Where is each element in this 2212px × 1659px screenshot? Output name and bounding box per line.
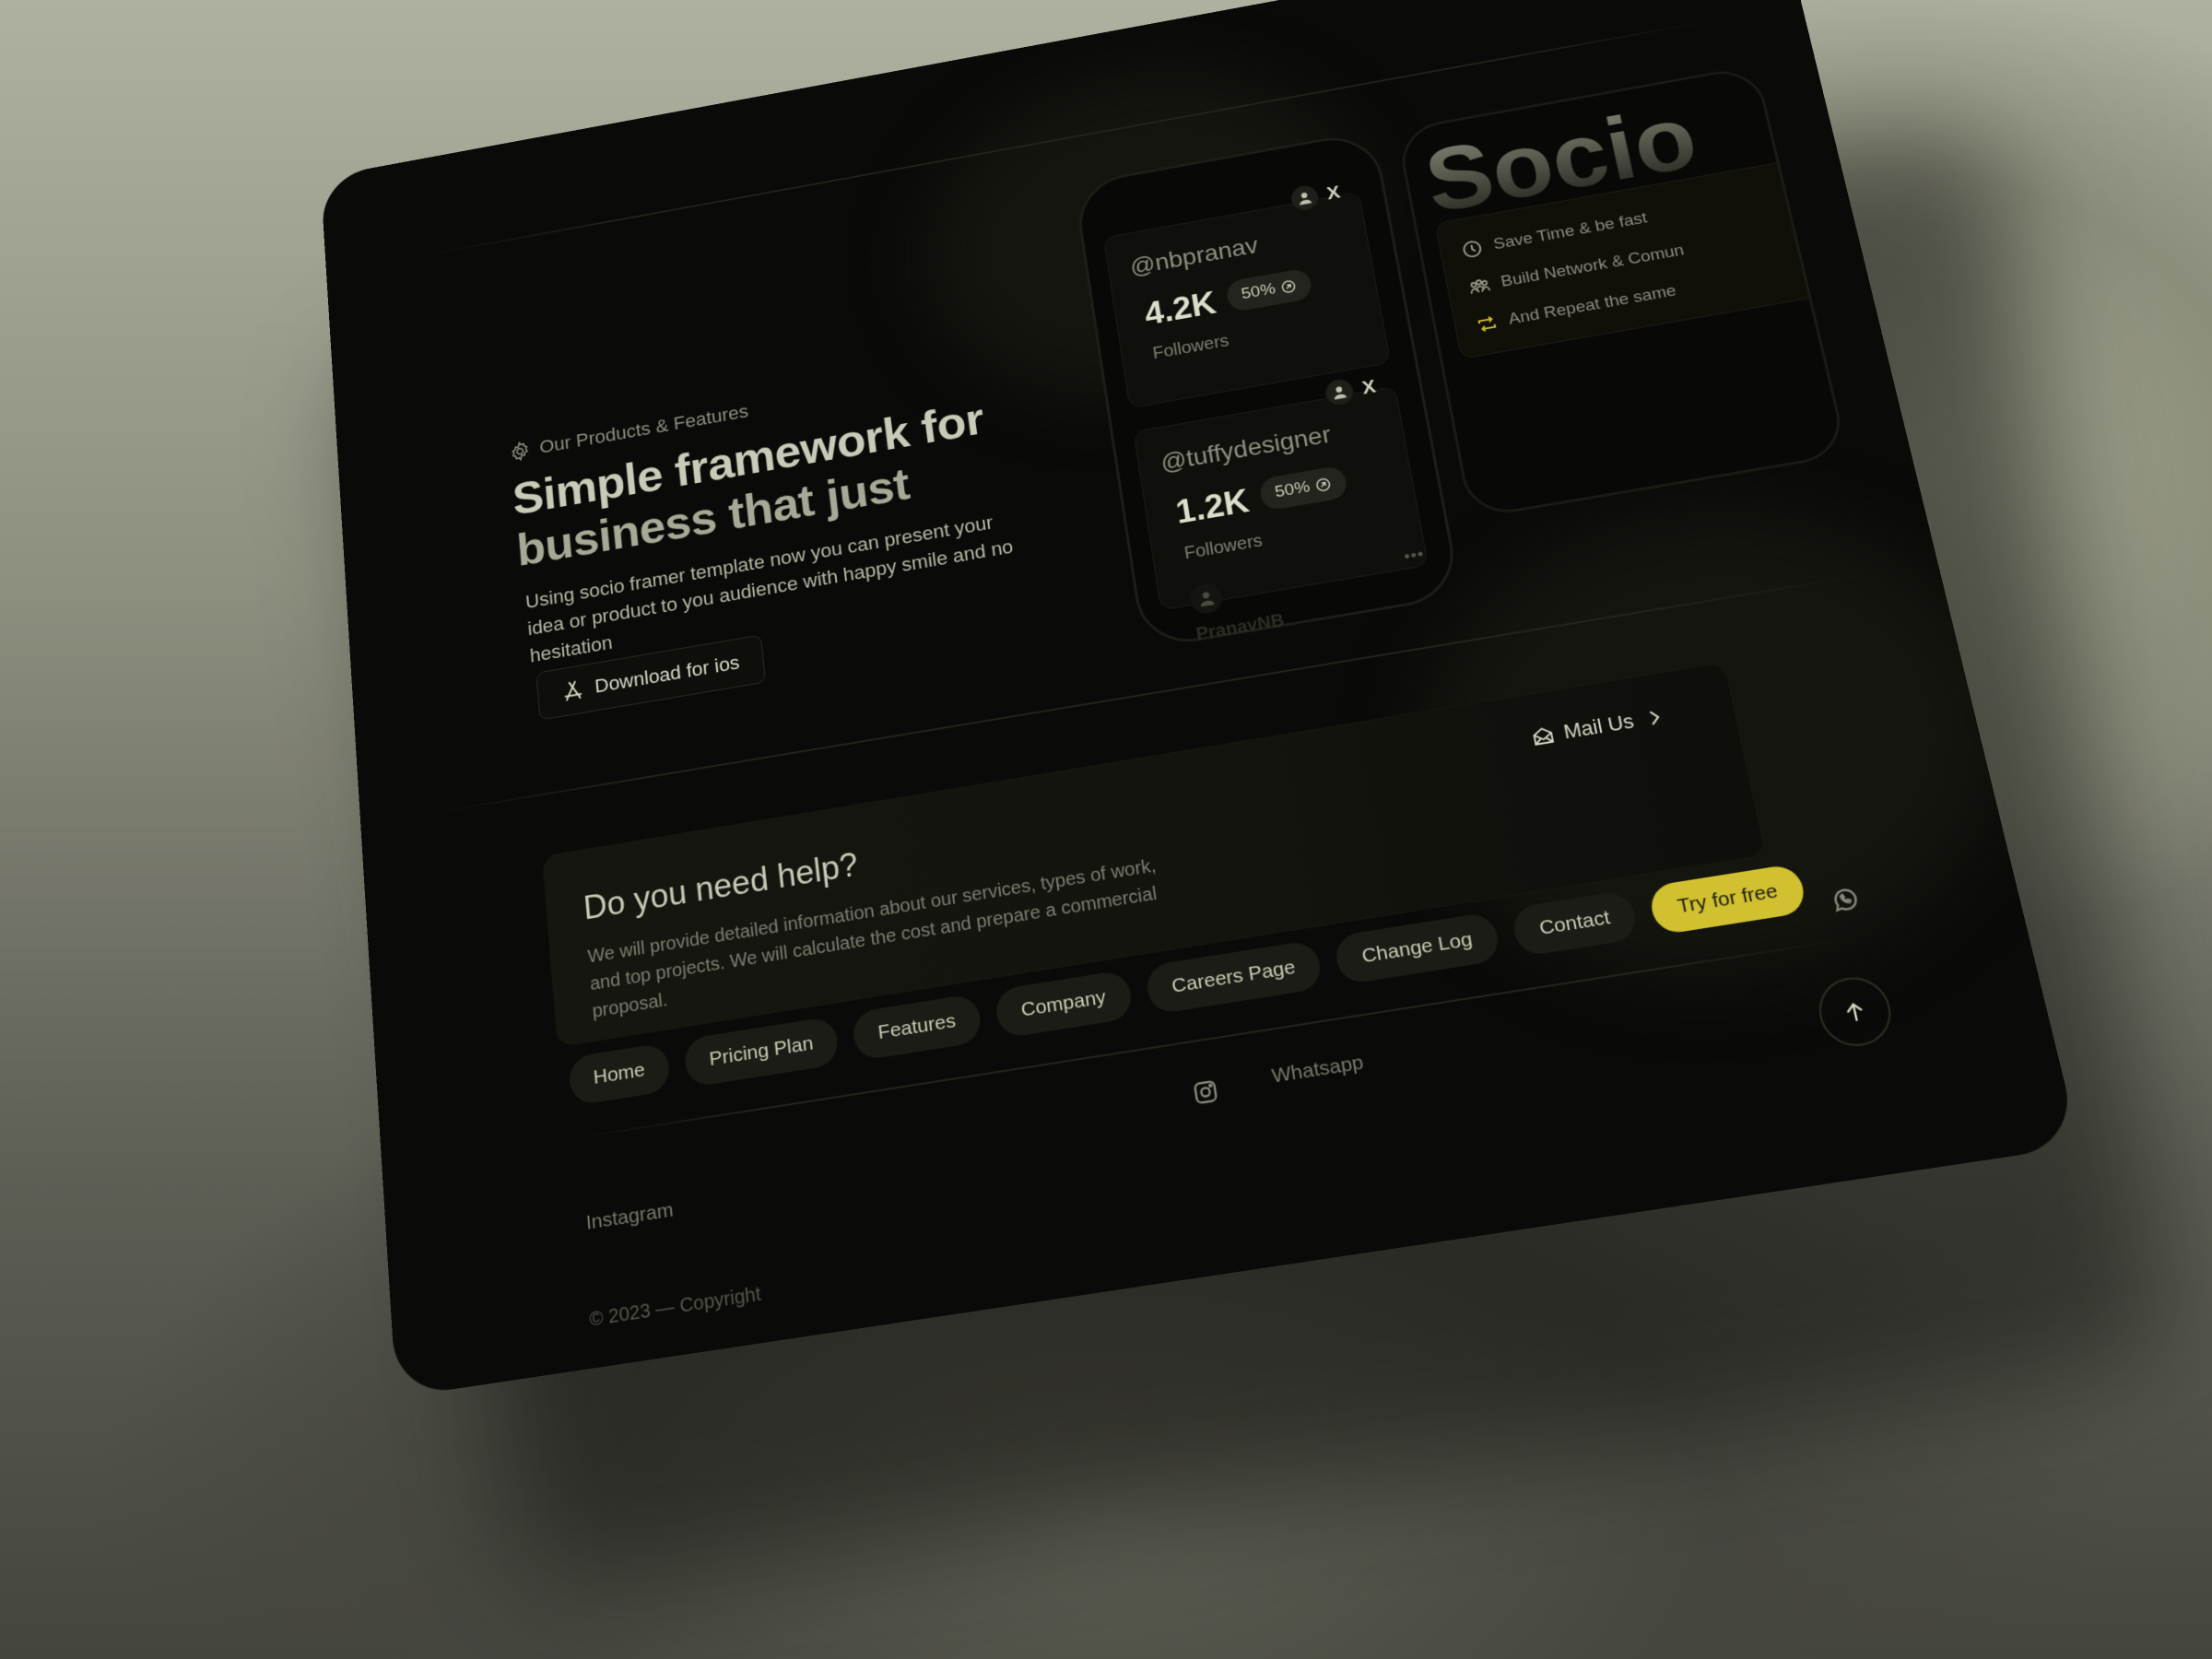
whatsapp-icon[interactable] (1827, 883, 1863, 916)
card-icons: X (1289, 180, 1342, 213)
growth-value: 50% (1240, 279, 1277, 303)
card-label: Followers (1182, 531, 1265, 564)
card-handle: @nbpranav (1128, 231, 1260, 280)
repeat-icon (1475, 312, 1500, 336)
app-store-icon (560, 677, 585, 703)
profile-name: PranavNB (1194, 610, 1286, 645)
nav-company[interactable]: Company (994, 969, 1135, 1040)
whatsapp-link[interactable]: Whatsapp (1270, 1052, 1365, 1088)
user-icon (1200, 591, 1215, 607)
nav-pricing-plan[interactable]: Pricing Plan (683, 1015, 841, 1088)
more-icon[interactable]: ••• (1403, 545, 1427, 566)
growth-badge: 50% (1224, 267, 1314, 313)
x-logo-icon: X (1324, 181, 1342, 204)
clock-icon (1460, 238, 1485, 261)
instagram-icon[interactable] (1189, 1076, 1222, 1109)
stage: Our Products & Features Simple framework… (0, 0, 2212, 1659)
feature-label: And Repeat the same (1507, 281, 1678, 329)
x-logo-icon: X (1360, 375, 1378, 399)
nav-careers-page[interactable]: Careers Page (1144, 939, 1324, 1016)
card-count: 4.2K (1142, 286, 1219, 333)
growth-value: 50% (1273, 477, 1312, 502)
follower-card: X @nbpranav 4.2K 50% Followers (1102, 182, 1392, 409)
phone-mockup: X @nbpranav 4.2K 50% Followers X @tuffyd… (1072, 129, 1463, 651)
people-icon (1467, 275, 1493, 298)
card-handle: @tuffydesigner (1159, 420, 1333, 477)
avatar (1289, 183, 1321, 213)
feature-label: Save Time & be fast (1491, 209, 1649, 253)
arrow-up-right-circle-icon (1313, 476, 1333, 494)
arrow-up-icon (1839, 997, 1870, 1027)
download-ios-label: Download for ios (594, 651, 741, 698)
card-count: 1.2K (1173, 483, 1253, 532)
website-panel: Our Products & Features Simple framework… (320, 0, 2080, 1398)
user-icon (1299, 192, 1312, 206)
arrow-up-right-circle-icon (1279, 278, 1298, 296)
card-icons: X (1324, 373, 1378, 407)
user-icon (1334, 386, 1347, 400)
avatar (1324, 377, 1356, 407)
instagram-link[interactable]: Instagram (585, 1199, 675, 1235)
nav-change-log[interactable]: Change Log (1333, 911, 1502, 986)
nav-features[interactable]: Features (851, 993, 983, 1062)
copyright: © 2023 — Copyright (588, 1283, 762, 1331)
card-label: Followers (1151, 331, 1230, 363)
chevron-right-icon (1641, 705, 1668, 731)
nav-home[interactable]: Home (567, 1041, 672, 1107)
growth-badge: 50% (1257, 465, 1349, 512)
scroll-to-top-button[interactable] (1812, 972, 1898, 1052)
mail-open-icon (1530, 724, 1557, 748)
follower-card: X @tuffydesigner 1.2K 50% Followers (1133, 375, 1429, 611)
socio-feature-panel: Socio Save Time & be fast Build Network … (1395, 64, 1849, 520)
gear-icon (508, 439, 532, 464)
